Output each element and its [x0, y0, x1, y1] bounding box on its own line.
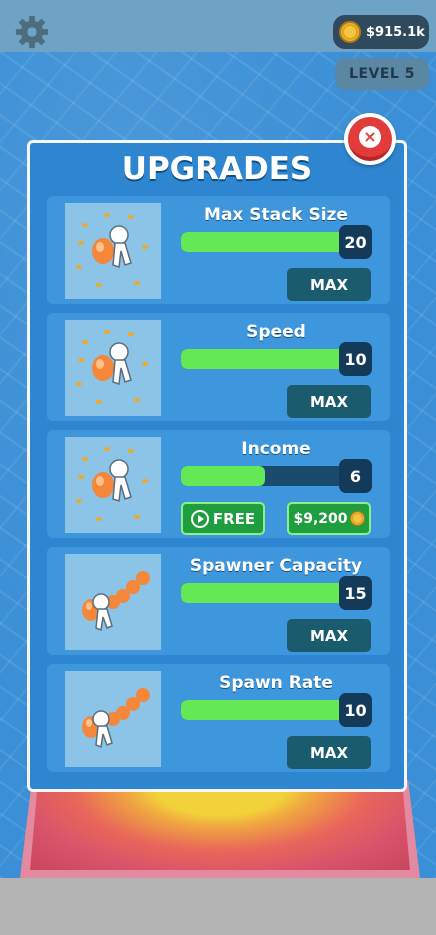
progress-fill	[181, 466, 265, 486]
upgrade-level-badge: 10	[339, 342, 372, 376]
upgrade-thumbnail	[65, 320, 161, 416]
upgrade-thumbnail	[65, 554, 161, 650]
max-button[interactable]: MAX	[287, 385, 371, 418]
money-amount: $915.1k	[366, 24, 425, 40]
upgrade-level-badge: 20	[339, 225, 372, 259]
character-stack-icon	[76, 213, 148, 287]
upgrade-name: Income	[241, 439, 311, 459]
character-speed-icon	[76, 330, 148, 404]
character-chain-icon	[82, 688, 150, 749]
upgrade-name: Spawn Rate	[219, 673, 333, 693]
progress-fill	[181, 349, 349, 369]
bottom-bar	[0, 878, 436, 935]
max-button[interactable]: MAX	[287, 736, 371, 769]
progress-fill	[181, 232, 349, 252]
buy-upgrade-button[interactable]: $9,200	[287, 502, 371, 535]
upgrade-card-spawner-capacity: Spawner Capacity 15 MAX	[47, 547, 390, 655]
close-icon: ×	[359, 126, 381, 148]
upgrade-thumbnail	[65, 203, 161, 299]
upgrade-level-badge: 6	[339, 459, 372, 493]
level-label: LEVEL 5	[349, 66, 415, 82]
character-income-icon	[76, 447, 148, 521]
upgrade-level-badge: 10	[339, 693, 372, 727]
play-icon	[190, 509, 209, 528]
upgrades-panel: UPGRADES Max Stack Size 20 MAX Speed 10 …	[27, 140, 407, 792]
upgrade-card-max-stack-size: Max Stack Size 20 MAX	[47, 196, 390, 304]
close-button[interactable]: ×	[344, 113, 396, 165]
upgrade-card-income: Income 6 FREE $9,200	[47, 430, 390, 538]
upgrade-thumbnail	[65, 437, 161, 533]
upgrade-name: Speed	[246, 322, 306, 342]
settings-button[interactable]	[12, 12, 52, 52]
upgrade-card-spawn-rate: Spawn Rate 10 MAX	[47, 664, 390, 772]
max-button[interactable]: MAX	[287, 619, 371, 652]
upgrade-progress-bar	[181, 466, 349, 486]
price-label: $9,200	[293, 510, 348, 527]
upgrade-progress-bar	[181, 349, 349, 369]
character-chain-icon	[82, 571, 150, 632]
upgrade-thumbnail	[65, 671, 161, 767]
upgrade-card-speed: Speed 10 MAX	[47, 313, 390, 421]
close-button-face: ×	[348, 117, 392, 161]
pool-surface	[30, 785, 410, 870]
coin-icon	[349, 511, 365, 526]
free-upgrade-button[interactable]: FREE	[181, 502, 265, 535]
upgrade-progress-bar	[181, 232, 349, 252]
currency-display: $915.1k	[333, 15, 429, 49]
panel-title: UPGRADES	[121, 151, 313, 187]
free-label: FREE	[212, 509, 256, 528]
max-button[interactable]: MAX	[287, 268, 371, 301]
upgrade-progress-bar	[181, 700, 349, 720]
level-indicator: LEVEL 5	[335, 58, 429, 90]
progress-fill	[181, 583, 349, 603]
upgrade-level-badge: 15	[339, 576, 372, 610]
upgrade-progress-bar	[181, 583, 349, 603]
upgrade-name: Spawner Capacity	[189, 556, 363, 576]
coin-icon	[339, 21, 361, 43]
progress-fill	[181, 700, 349, 720]
gear-icon	[15, 15, 49, 49]
upgrade-name: Max Stack Size	[204, 205, 348, 225]
